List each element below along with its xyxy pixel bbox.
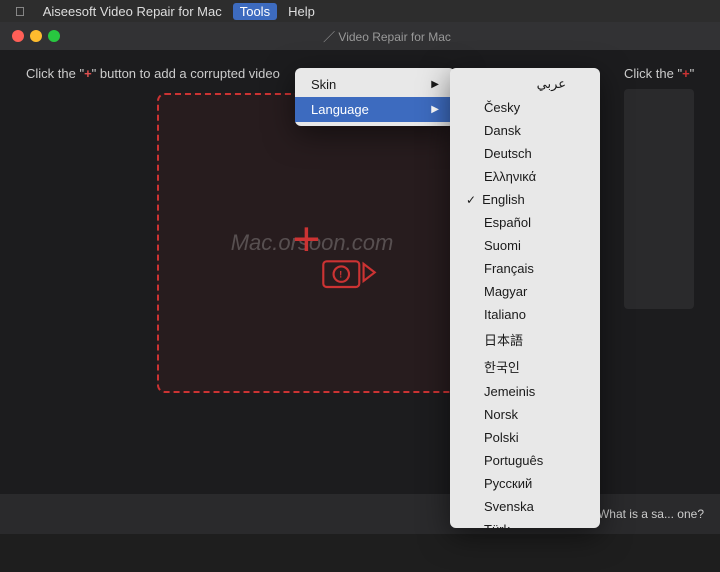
apple-menu[interactable]:  <box>8 3 32 20</box>
help-menu[interactable]: Help <box>281 3 322 20</box>
help-text: What is a sa... one? <box>598 507 704 521</box>
system-menu-bar:  Aiseesoft Video Repair for Mac Tools H… <box>0 0 720 22</box>
lang-russian[interactable]: Русский <box>450 472 600 495</box>
tools-dropdown[interactable]: Skin ▶ Language ▶ <box>295 68 455 126</box>
plus-icon: + <box>292 217 320 265</box>
skin-menu-item[interactable]: Skin ▶ <box>295 72 455 97</box>
video-drop-zone[interactable]: Mac.orsoon.com + ! <box>157 93 467 393</box>
maximize-button[interactable] <box>48 30 60 42</box>
lang-hungarian[interactable]: Magyar <box>450 280 600 303</box>
lang-finnish[interactable]: Suomi <box>450 234 600 257</box>
add-corrupted-label: Click the "+" button to add a corrupted … <box>26 66 280 81</box>
skin-arrow: ▶ <box>431 79 439 90</box>
lang-portuguese[interactable]: Português <box>450 449 600 472</box>
right-hint-label: Click the "+" <box>624 66 694 81</box>
window-title: ／ Video Repair for Mac <box>323 28 451 45</box>
lang-french[interactable]: Français <box>450 257 600 280</box>
minimize-button[interactable] <box>30 30 42 42</box>
lang-english[interactable]: English <box>450 188 600 211</box>
lang-greek[interactable]: Ελληνικά <box>450 165 600 188</box>
tools-menu[interactable]: Tools <box>233 3 277 20</box>
lang-jemeinis[interactable]: Jemeinis <box>450 380 600 403</box>
lang-italian[interactable]: Italiano <box>450 303 600 326</box>
right-plus-symbol: + <box>682 66 690 81</box>
plus-symbol: + <box>84 66 92 81</box>
lang-german[interactable]: Deutsch <box>450 142 600 165</box>
language-label: Language <box>311 102 369 117</box>
lang-czech[interactable]: Česky <box>450 96 600 119</box>
bottom-toolbar: ? What is a sa... one? <box>0 494 720 534</box>
language-submenu[interactable]: عربي Česky Dansk Deutsch Ελληνικά Englis… <box>450 68 600 528</box>
language-menu-item[interactable]: Language ▶ <box>295 97 455 122</box>
app-title-bar: ／ Video Repair for Mac <box>0 22 720 50</box>
camera-icon: ! <box>319 247 379 302</box>
right-panel: Click the "+" <box>624 66 704 478</box>
lang-korean[interactable]: 한국인 <box>450 353 600 380</box>
svg-text:!: ! <box>339 269 342 280</box>
skin-label: Skin <box>311 77 336 92</box>
language-arrow: ▶ <box>431 104 439 115</box>
lang-japanese[interactable]: 日本語 <box>450 326 600 353</box>
lang-danish[interactable]: Dansk <box>450 119 600 142</box>
lang-spanish[interactable]: Español <box>450 211 600 234</box>
lang-arabic[interactable]: عربي <box>450 72 600 96</box>
lang-turkish[interactable]: Türk <box>450 518 600 528</box>
close-button[interactable] <box>12 30 24 42</box>
lang-swedish[interactable]: Svenska <box>450 495 600 518</box>
lang-polish[interactable]: Polski <box>450 426 600 449</box>
traffic-lights <box>12 30 60 42</box>
lang-norwegian[interactable]: Norsk <box>450 403 600 426</box>
right-placeholder <box>624 89 694 309</box>
app-name-menu[interactable]: Aiseesoft Video Repair for Mac <box>36 3 229 20</box>
